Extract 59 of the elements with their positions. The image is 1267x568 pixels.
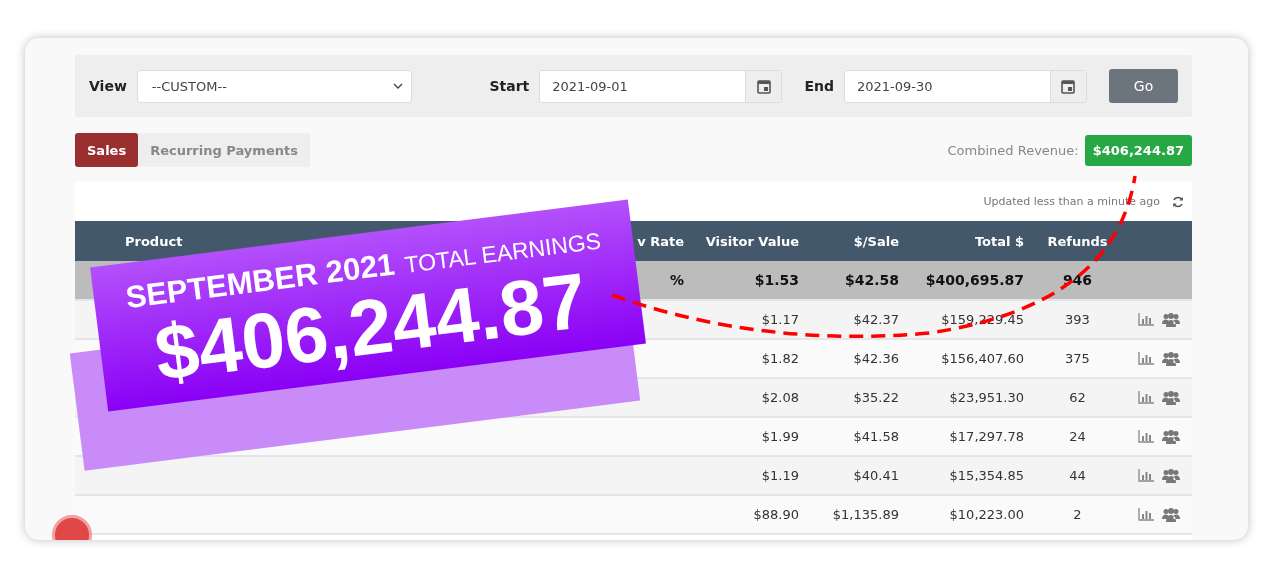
table-cell: 24 (1069, 429, 1086, 444)
users-icon[interactable] (1161, 351, 1180, 366)
users-icon[interactable] (1161, 312, 1180, 327)
bar-chart-icon[interactable] (1137, 391, 1154, 404)
bar-chart-icon[interactable] (1137, 508, 1154, 521)
bar-chart-icon[interactable] (1137, 430, 1154, 443)
users-icon[interactable] (1161, 390, 1180, 405)
table-cell: $2.08 (761, 390, 799, 405)
table-cell: % (669, 272, 684, 288)
table-cell: $10,223.00 (949, 507, 1024, 522)
go-button[interactable]: Go (1109, 69, 1178, 103)
bar-chart-icon[interactable] (1137, 352, 1154, 365)
table-cell: $42.37 (853, 312, 899, 327)
column-header: $/Sale (853, 233, 899, 249)
table-cell: $1.17 (761, 312, 799, 327)
view-label: View (89, 78, 127, 94)
combined-revenue-label: Combined Revenue: (947, 142, 1079, 158)
table-cell: $1.53 (754, 272, 799, 288)
revenue-badge: $406,244.87 (1084, 134, 1192, 166)
table-cell: $400,695.87 (925, 272, 1024, 288)
calendar-icon[interactable] (756, 78, 771, 94)
table-cell: $35.22 (853, 390, 899, 405)
calendar-icon[interactable] (1061, 78, 1076, 94)
table-cell: $1.82 (761, 351, 799, 366)
start-label: Start (489, 78, 530, 94)
table-cell: $41.58 (853, 429, 899, 444)
end-date-field[interactable]: 2021-09-30 (844, 69, 1087, 103)
chevron-down-icon (393, 83, 404, 89)
table-cell: $15,354.85 (949, 468, 1024, 483)
table-cell: 375 (1065, 351, 1090, 366)
table-cell: $23,951.30 (949, 390, 1024, 405)
users-icon[interactable] (1161, 429, 1180, 444)
start-date-field[interactable]: 2021-09-01 (539, 69, 783, 103)
users-icon[interactable] (1161, 507, 1180, 522)
bar-chart-icon[interactable] (1137, 313, 1154, 326)
table-cell: 393 (1065, 312, 1090, 327)
table-cell: $42.36 (853, 351, 899, 366)
column-header: Total $ (974, 233, 1024, 249)
refresh-icon[interactable] (1172, 195, 1184, 208)
column-header: Refunds (1047, 233, 1108, 249)
table-cell: $40.41 (853, 468, 899, 483)
table-cell: $1,135.89 (832, 507, 899, 522)
bar-chart-icon[interactable] (1137, 469, 1154, 482)
table-cell: $1.99 (761, 429, 799, 444)
table-cell: $156,407.60 (941, 351, 1024, 366)
table-cell: 2 (1073, 507, 1082, 522)
table-cell: 44 (1069, 468, 1086, 483)
table-cell: $88.90 (753, 507, 799, 522)
table-cell: $1.19 (761, 468, 799, 483)
table-cell: $42.58 (844, 272, 899, 288)
column-header: Visitor Value (705, 233, 799, 249)
view-dropdown[interactable]: --CUSTOM-- (136, 69, 413, 103)
table-cell: 62 (1069, 390, 1086, 405)
table-cell: $17,297.78 (949, 429, 1024, 444)
users-icon[interactable] (1161, 468, 1180, 483)
end-label: End (804, 78, 834, 94)
column-header: Product (125, 233, 183, 249)
column-header: v Rate (637, 233, 684, 249)
tab[interactable]: Sales (75, 133, 139, 167)
